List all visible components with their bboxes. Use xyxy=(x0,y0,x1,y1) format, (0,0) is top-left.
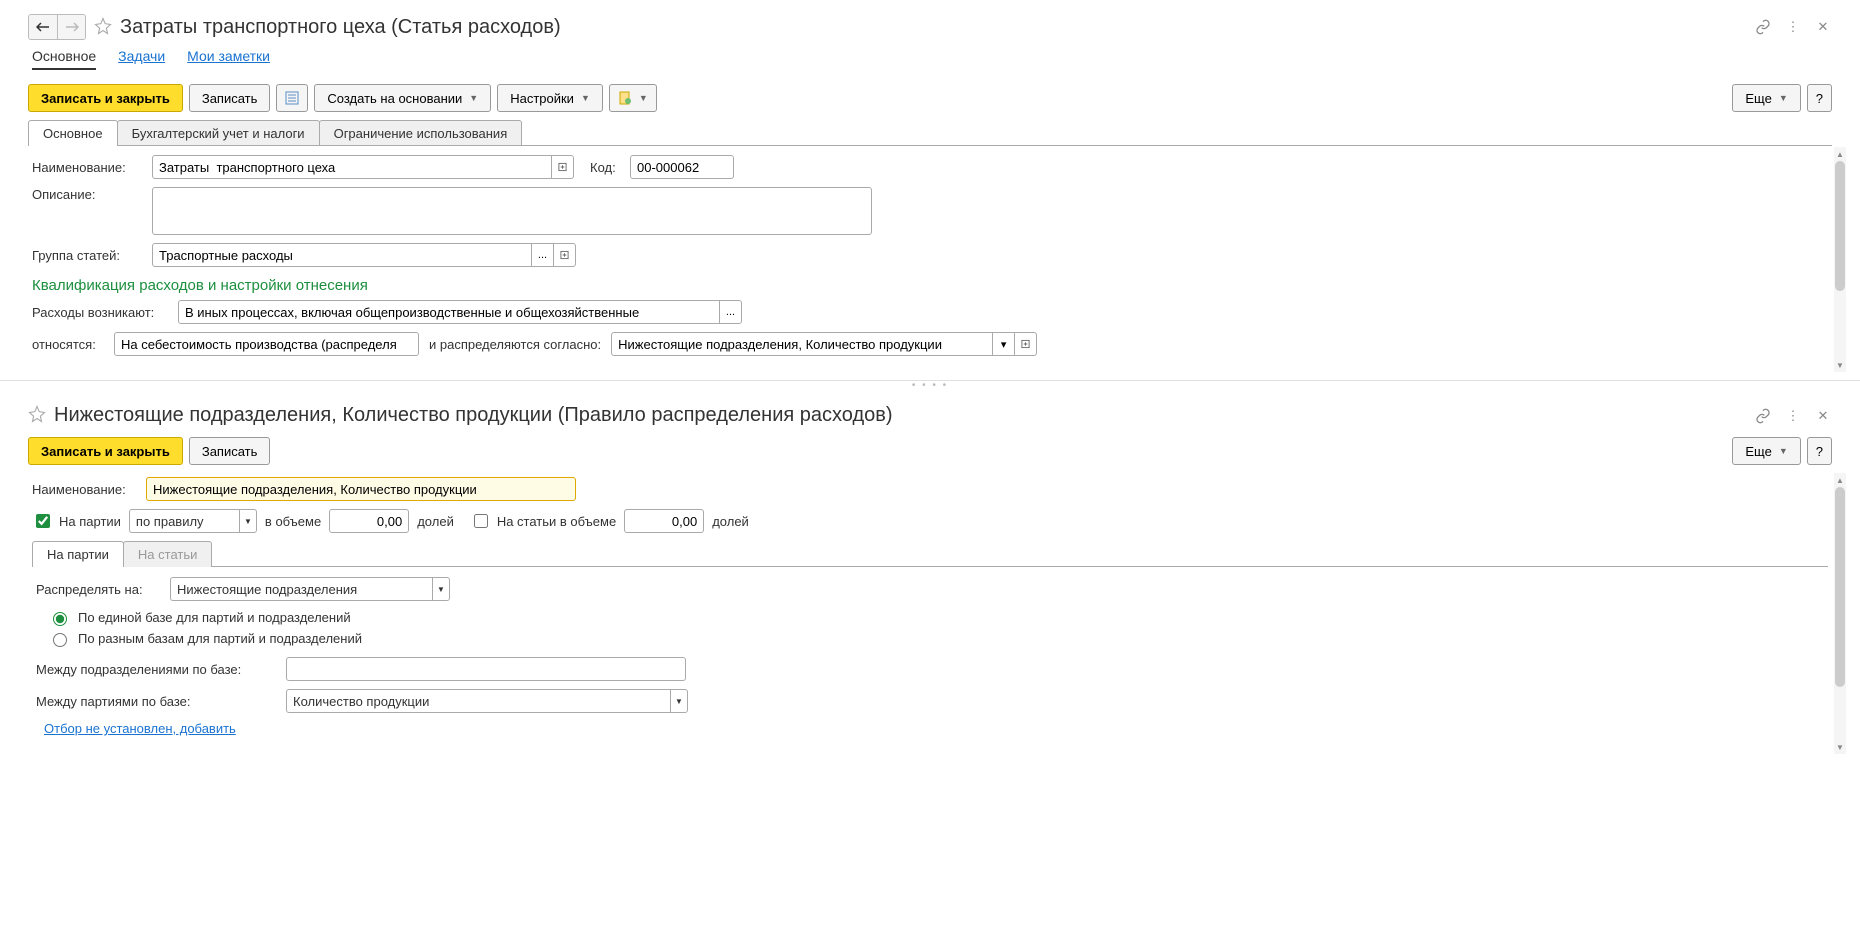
favorite-star-icon[interactable] xyxy=(94,17,112,38)
label-refers: относятся: xyxy=(32,337,104,352)
select-base-batch[interactable]: Количество продукции xyxy=(286,689,670,713)
label-name-2: Наименование: xyxy=(32,482,136,497)
title-bar-1: Затраты транспортного цеха (Статья расхо… xyxy=(14,8,1846,46)
more-button-1[interactable]: Еще▼ xyxy=(1732,84,1800,112)
checkbox-batches[interactable] xyxy=(36,514,50,528)
subtab-accounting[interactable]: Бухгалтерский учет и налоги xyxy=(117,120,320,146)
title-bar-2: Нижестоящие подразделения, Количество пр… xyxy=(14,398,1846,433)
nav-tabs-1: Основное Задачи Мои заметки xyxy=(14,46,1846,80)
help-button-1[interactable]: ? xyxy=(1807,84,1832,112)
caret-distribute-icon[interactable]: ▼ xyxy=(432,577,450,601)
more-vertical-icon[interactable]: ⋮ xyxy=(1784,18,1802,36)
label-radio-separate: По разным базам для партий и подразделен… xyxy=(78,631,362,646)
label-dist: и распределяются согласно: xyxy=(429,337,601,352)
label-desc: Описание: xyxy=(32,187,142,202)
section-title: Квалификация расходов и настройки отнесе… xyxy=(32,277,1828,294)
page-title-2: Нижестоящие подразделения, Количество пр… xyxy=(54,404,893,427)
link-icon-2[interactable] xyxy=(1754,407,1772,425)
label-base-batch: Между партиями по базе: xyxy=(36,694,276,709)
favorite-star-icon-2[interactable] xyxy=(28,405,46,426)
label-batches: На партии xyxy=(59,514,121,529)
input-name-2[interactable] xyxy=(146,477,576,501)
subtab-batches[interactable]: На партии xyxy=(32,541,124,567)
label-shares: долей xyxy=(417,514,454,529)
select-byrule[interactable]: по правилу xyxy=(129,509,239,533)
help-button-2[interactable]: ? xyxy=(1807,437,1832,465)
label-group: Группа статей: xyxy=(32,248,142,263)
toolbar-2: Записать и закрыть Записать Еще▼ ? xyxy=(14,433,1846,473)
select-origins-icon[interactable]: ... xyxy=(720,300,742,324)
form1-pane: Затраты транспортного цеха (Статья расхо… xyxy=(0,0,1860,380)
close-icon-2[interactable]: ✕ xyxy=(1814,407,1832,425)
tab-notes[interactable]: Мои заметки xyxy=(187,48,270,70)
create-based-button[interactable]: Создать на основании▼ xyxy=(314,84,491,112)
toolbar-1: Записать и закрыть Записать Создать на о… xyxy=(14,80,1846,120)
label-radio-unified: По единой базе для партий и подразделени… xyxy=(78,610,351,625)
label-volume: в объеме xyxy=(265,514,321,529)
filter-link[interactable]: Отбор не установлен, добавить xyxy=(44,721,236,736)
label-origins: Расходы возникают: xyxy=(32,305,168,320)
pane-splitter[interactable]: • • • • xyxy=(0,380,1860,390)
forward-button[interactable] xyxy=(57,15,85,39)
radio-separate[interactable] xyxy=(53,633,67,647)
label-distribute: Распределять на: xyxy=(36,582,160,597)
radio-unified[interactable] xyxy=(53,612,67,626)
subtab-main[interactable]: Основное xyxy=(28,120,118,146)
page-title-1: Затраты транспортного цеха (Статья расхо… xyxy=(120,16,561,39)
link-icon[interactable] xyxy=(1754,18,1772,36)
label-name: Наименование: xyxy=(32,160,142,175)
save-button-2[interactable]: Записать xyxy=(189,437,271,465)
caret-basebatch-icon[interactable]: ▼ xyxy=(670,689,688,713)
save-close-button[interactable]: Записать и закрыть xyxy=(28,84,183,112)
input-refers[interactable] xyxy=(114,332,419,356)
input-base-subdiv[interactable] xyxy=(286,657,686,681)
open-icon[interactable] xyxy=(554,243,576,267)
save-close-button-2[interactable]: Записать и закрыть xyxy=(28,437,183,465)
input-desc[interactable] xyxy=(152,187,872,235)
select-distribute[interactable]: Нижестоящие подразделения xyxy=(170,577,432,601)
settings-button[interactable]: Настройки▼ xyxy=(497,84,603,112)
back-button[interactable] xyxy=(29,15,57,39)
more-vertical-icon-2[interactable]: ⋮ xyxy=(1784,407,1802,425)
label-code: Код: xyxy=(590,160,620,175)
input-volume[interactable] xyxy=(329,509,409,533)
list-icon-button[interactable] xyxy=(276,84,308,112)
label-shares-2: долей xyxy=(712,514,749,529)
content-area-2: Наименование: На партии по правилу ▼ в о… xyxy=(14,473,1846,754)
tab-tasks[interactable]: Задачи xyxy=(118,48,165,70)
subtab-restriction[interactable]: Ограничение использования xyxy=(319,120,523,146)
input-code[interactable] xyxy=(630,155,734,179)
nav-buttons xyxy=(28,14,86,40)
label-base-subdiv: Между подразделениями по базе: xyxy=(36,662,276,677)
input-items-volume[interactable] xyxy=(624,509,704,533)
label-items: На статьи в объеме xyxy=(497,514,616,529)
input-origins[interactable] xyxy=(178,300,720,324)
caret-byrule-icon[interactable]: ▼ xyxy=(239,509,257,533)
form2-pane: Нижестоящие подразделения, Количество пр… xyxy=(0,390,1860,762)
select-icon[interactable]: ... xyxy=(532,243,554,267)
more-button-2[interactable]: Еще▼ xyxy=(1732,437,1800,465)
save-button[interactable]: Записать xyxy=(189,84,271,112)
input-name[interactable] xyxy=(152,155,552,179)
checkbox-items[interactable] xyxy=(474,514,488,528)
close-icon[interactable]: ✕ xyxy=(1814,18,1832,36)
dist-caret-icon[interactable]: ▾ xyxy=(993,332,1015,356)
expand-icon[interactable] xyxy=(552,155,574,179)
sub-tabs-1: Основное Бухгалтерский учет и налоги Огр… xyxy=(14,120,1846,146)
attach-icon-button[interactable]: ▼ xyxy=(609,84,657,112)
input-group[interactable] xyxy=(152,243,532,267)
subtab-items[interactable]: На статьи xyxy=(123,541,212,567)
scrollbar-2[interactable]: ▲▼ xyxy=(1834,473,1846,754)
scrollbar-1[interactable]: ▲▼ xyxy=(1834,147,1846,372)
tab-main[interactable]: Основное xyxy=(32,48,96,70)
dist-open-icon[interactable] xyxy=(1015,332,1037,356)
input-dist[interactable] xyxy=(611,332,993,356)
content-area-1: Наименование: Код: Описание: Группа стат… xyxy=(14,147,1846,372)
